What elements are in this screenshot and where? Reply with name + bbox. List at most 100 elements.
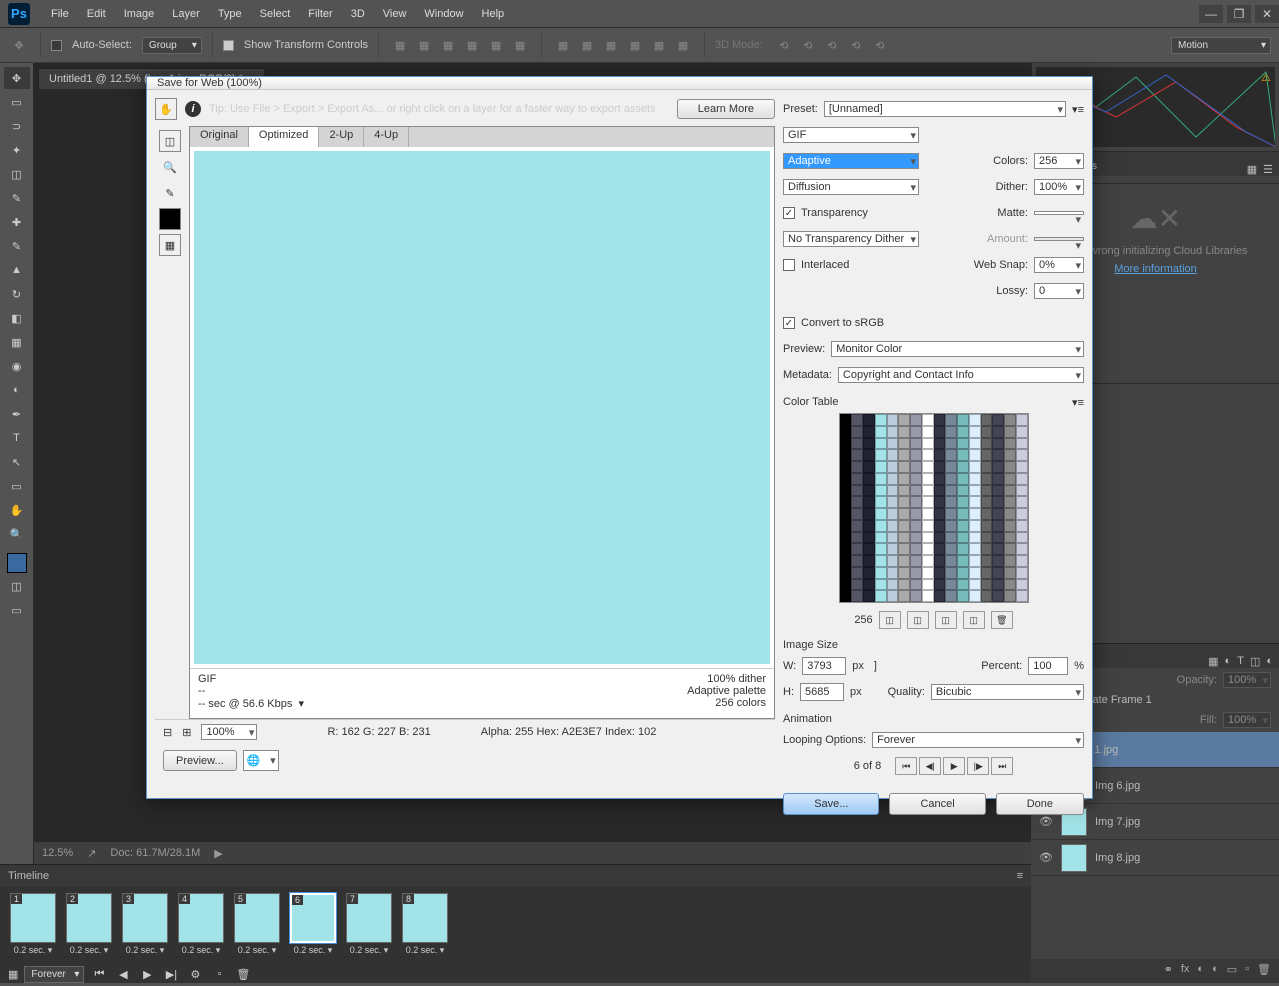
browser-dropdown[interactable]: 🌐 [243, 750, 279, 771]
interlaced-checkbox[interactable] [783, 259, 795, 271]
done-button[interactable]: Done [996, 793, 1084, 815]
menu-image[interactable]: Image [115, 8, 164, 20]
list-view-icon[interactable]: ☰ [1263, 163, 1273, 176]
layer-filter-icon[interactable]: ◐ [1266, 655, 1273, 668]
auto-select-dropdown[interactable]: Group [142, 37, 202, 54]
menu-help[interactable]: Help [473, 8, 514, 20]
fx-icon[interactable]: fx [1181, 963, 1190, 979]
foreground-color[interactable] [7, 553, 27, 573]
motion-dropdown[interactable]: Motion [1171, 37, 1271, 54]
looping-dropdown[interactable]: Forever [872, 732, 1084, 748]
frame[interactable]: 10.2 sec. ▾ [8, 893, 58, 956]
reduction-dropdown[interactable]: Adaptive [783, 153, 919, 169]
layer-filter-icon[interactable]: ▦ [1208, 655, 1218, 668]
mask-icon[interactable]: ◐ [1197, 963, 1204, 979]
menu-view[interactable]: View [374, 8, 416, 20]
frame[interactable]: 20.2 sec. ▾ [64, 893, 114, 956]
fill-dropdown[interactable]: 100% [1223, 712, 1271, 728]
width-input[interactable] [802, 657, 846, 675]
align-icon[interactable]: ▦ [485, 34, 507, 56]
3d-icon[interactable]: ⟲ [869, 34, 891, 56]
learn-more-button[interactable]: Learn More [677, 99, 775, 119]
preview-button[interactable]: Preview... [163, 750, 237, 771]
align-icon[interactable]: ▦ [413, 34, 435, 56]
brush-tool[interactable]: ✎ [4, 235, 30, 257]
percent-input[interactable] [1028, 657, 1068, 675]
shape-tool[interactable]: ▭ [4, 475, 30, 497]
tween-button[interactable]: ⚙ [186, 966, 204, 982]
matte-dropdown[interactable] [1034, 211, 1084, 215]
pen-tool[interactable]: ✒ [4, 403, 30, 425]
color-table[interactable] [839, 413, 1029, 603]
eyedropper-tool[interactable]: ✎ [4, 187, 30, 209]
menu-edit[interactable]: Edit [78, 8, 115, 20]
srgb-checkbox[interactable]: ✓ [783, 317, 795, 329]
transparency-checkbox[interactable]: ✓ [783, 207, 795, 219]
status-arrow-icon[interactable]: ▶ [214, 847, 222, 860]
eraser-tool[interactable]: ◧ [4, 307, 30, 329]
ct-delete-icon[interactable]: 🗑 [991, 611, 1013, 629]
menu-window[interactable]: Window [415, 8, 472, 20]
convert-timeline-icon[interactable]: ▦ [8, 968, 18, 981]
menu-type[interactable]: Type [209, 8, 251, 20]
zoom-in-icon[interactable]: ⊞ [182, 726, 191, 739]
layer-filter-icon[interactable]: T [1237, 655, 1244, 668]
layer-row[interactable]: 👁Img 8.jpg [1031, 840, 1279, 876]
frame[interactable]: 50.2 sec. ▾ [232, 893, 282, 956]
path-tool[interactable]: ↖ [4, 451, 30, 473]
marquee-tool[interactable]: ▭ [4, 91, 30, 113]
heal-tool[interactable]: ✚ [4, 211, 30, 233]
history-brush-tool[interactable]: ↻ [4, 283, 30, 305]
menu-select[interactable]: Select [251, 8, 300, 20]
wand-tool[interactable]: ✦ [4, 139, 30, 161]
preset-menu-icon[interactable]: ▾≡ [1072, 103, 1084, 116]
hand-tool-icon[interactable]: ✋ [155, 98, 177, 120]
ct-icon[interactable]: ◫ [963, 611, 985, 629]
3d-icon[interactable]: ⟲ [797, 34, 819, 56]
gradient-tool[interactable]: ▦ [4, 331, 30, 353]
frame[interactable]: 60.2 sec. ▾ [288, 893, 338, 956]
dodge-tool[interactable]: ◐ [4, 379, 30, 401]
first-frame-button[interactable]: ⏮ [895, 757, 917, 775]
loop-dropdown[interactable]: Forever [24, 966, 84, 983]
dither-dropdown[interactable]: 100% [1034, 179, 1084, 195]
link-layers-icon[interactable]: ⚭ [1164, 963, 1173, 979]
format-dropdown[interactable]: GIF [783, 127, 919, 143]
hand-tool[interactable]: ✋ [4, 499, 30, 521]
ct-icon[interactable]: ◫ [879, 611, 901, 629]
frame[interactable]: 30.2 sec. ▾ [120, 893, 170, 956]
menu-filter[interactable]: Filter [299, 8, 341, 20]
tab-4up[interactable]: 4-Up [364, 127, 409, 147]
menu-layer[interactable]: Layer [163, 8, 209, 20]
zoom-out-icon[interactable]: ⊟ [163, 726, 172, 739]
preset-dropdown[interactable]: [Unnamed] [824, 101, 1066, 117]
opacity-dropdown[interactable]: 100% [1223, 672, 1271, 688]
3d-icon[interactable]: ⟲ [821, 34, 843, 56]
height-input[interactable] [800, 683, 844, 701]
last-frame-button[interactable]: ⏭ [991, 757, 1013, 775]
distribute-icon[interactable]: ▦ [648, 34, 670, 56]
quick-mask-tool[interactable]: ◫ [4, 575, 30, 597]
distribute-icon[interactable]: ▦ [600, 34, 622, 56]
next-frame-button[interactable]: |▶ [967, 757, 989, 775]
type-tool[interactable]: T [4, 427, 30, 449]
distribute-icon[interactable]: ▦ [576, 34, 598, 56]
first-frame-button[interactable]: ⏮ [90, 966, 108, 982]
web-snap-dropdown[interactable]: 0% [1034, 257, 1084, 273]
layer-filter-icon[interactable]: ◐ [1225, 655, 1232, 668]
move-tool[interactable]: ✥ [4, 67, 30, 89]
grid-view-icon[interactable]: ▦ [1247, 163, 1257, 176]
distribute-icon[interactable]: ▦ [624, 34, 646, 56]
3d-icon[interactable]: ⟲ [845, 34, 867, 56]
blur-tool[interactable]: ◉ [4, 355, 30, 377]
save-button[interactable]: Save... [783, 793, 879, 815]
export-icon[interactable]: ↗ [87, 847, 96, 860]
crop-tool[interactable]: ◫ [4, 163, 30, 185]
visibility-icon[interactable]: 👁 [1039, 851, 1053, 864]
tab-original[interactable]: Original [190, 127, 249, 147]
screen-mode-tool[interactable]: ▭ [4, 599, 30, 621]
zoom-tool-icon[interactable]: 🔍 [159, 156, 181, 178]
frame[interactable]: 70.2 sec. ▾ [344, 893, 394, 956]
distribute-icon[interactable]: ▦ [552, 34, 574, 56]
slice-tool-icon[interactable]: ◫ [159, 130, 181, 152]
